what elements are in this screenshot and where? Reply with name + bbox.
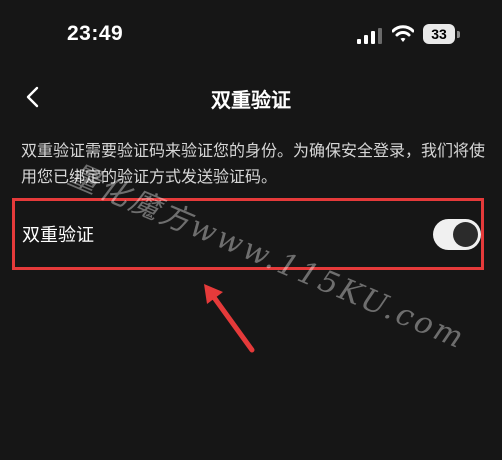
two-factor-description: 双重验证需要验证码来验证您的身份。为确保安全登录，我们将使用您已绑定的验证方式发… [21, 143, 486, 186]
toggle-knob [453, 222, 478, 247]
nav-bar: 双重验证 [0, 70, 502, 124]
back-button[interactable] [18, 82, 48, 112]
battery-icon: 33 [423, 24, 461, 46]
battery-tip [457, 31, 460, 38]
wifi-icon [392, 25, 414, 42]
status-bar: 23:49 33 [0, 0, 502, 70]
two-factor-toggle[interactable] [433, 219, 481, 250]
status-time: 23:49 [67, 22, 124, 45]
battery-level: 33 [431, 26, 447, 42]
chevron-left-icon [26, 86, 39, 108]
setting-label: 双重验证 [22, 225, 94, 245]
two-factor-setting-row[interactable]: 双重验证 [14, 199, 484, 271]
signal-icon [357, 28, 382, 44]
annotation-arrow-icon [204, 284, 255, 353]
page-title: 双重验证 [211, 90, 291, 112]
